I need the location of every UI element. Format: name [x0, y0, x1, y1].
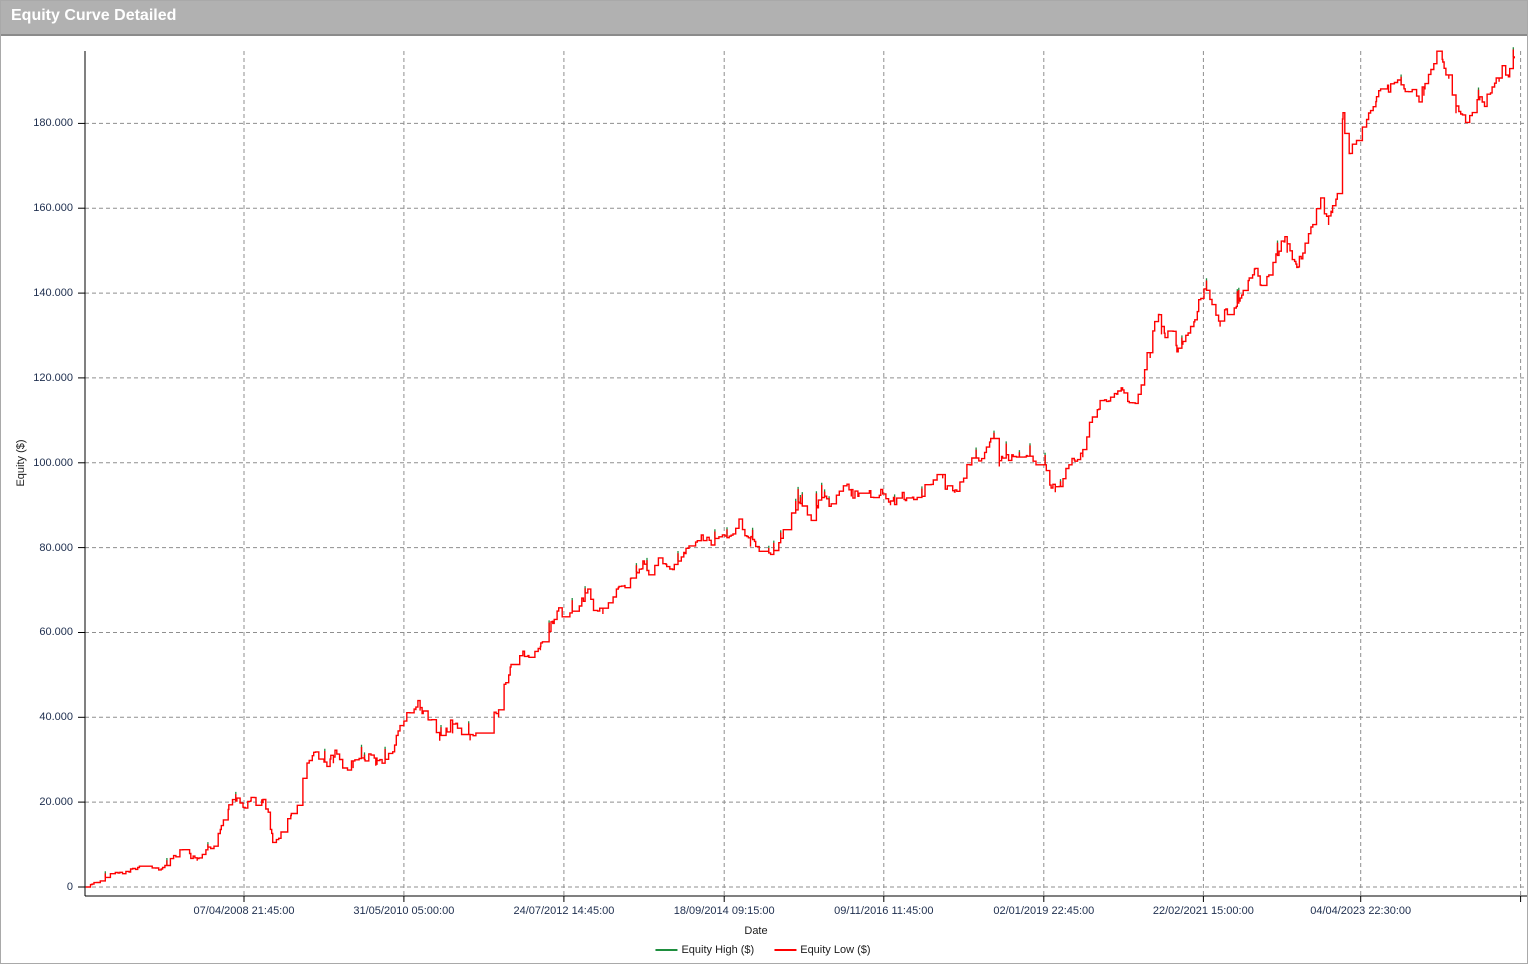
y-tick-label: 0: [1, 880, 73, 894]
equity-curve-window: Equity Curve Detailed 0 20.000 40.000 60.00…: [0, 0, 1528, 964]
y-tick-label: 100.000: [1, 456, 73, 470]
legend-label-equity-high: Equity High ($): [681, 944, 754, 956]
legend-label-equity-low: Equity Low ($): [800, 944, 870, 956]
x-tick-label: 09/11/2016 11:45:00: [834, 904, 933, 918]
x-tick-label: 22/02/2021 15:00:00: [1153, 904, 1254, 918]
legend-item-equity-low: Equity Low ($): [774, 944, 870, 956]
window-titlebar: Equity Curve Detailed: [1, 1, 1527, 36]
legend-line-equity-high-icon: [655, 949, 677, 951]
legend: Equity High ($) Equity Low ($): [655, 944, 870, 956]
equity-curve-chart[interactable]: 0 20.000 40.000 60.000 80.000 100.000 120.000 1…: [1, 36, 1528, 964]
y-axis-title: Equity ($): [15, 439, 27, 486]
axes-layer: [78, 51, 1527, 902]
plot-area[interactable]: [1, 36, 1528, 964]
window-title: Equity Curve Detailed: [11, 7, 176, 25]
y-tick-label: 60.000: [1, 625, 73, 639]
y-tick-label: 40.000: [1, 710, 73, 724]
y-tick-label: 20.000: [1, 795, 73, 809]
x-tick-label: 31/05/2010 05:00:00: [353, 904, 454, 918]
x-axis-title: Date: [744, 925, 767, 937]
x-tick-label: 18/09/2014 09:15:00: [674, 904, 775, 918]
x-tick-label: 07/04/2008 21:45:00: [194, 904, 295, 918]
y-tick-label: 80.000: [1, 541, 73, 555]
y-tick-label: 120.000: [1, 371, 73, 385]
x-tick-label: 24/07/2012 14:45:00: [513, 904, 614, 918]
legend-line-equity-low-icon: [774, 949, 796, 951]
x-tick-label: 02/01/2019 22:45:00: [993, 904, 1094, 918]
y-tick-label: 160.000: [1, 201, 73, 215]
series-equity-low-line: [86, 50, 1515, 888]
y-tick-label: 140.000: [1, 286, 73, 300]
y-tick-label: 180.000: [1, 116, 73, 130]
x-tick-label: 04/04/2023 22:30:00: [1310, 904, 1411, 918]
gridlines-layer: [85, 51, 1527, 896]
legend-item-equity-high: Equity High ($): [655, 944, 754, 956]
